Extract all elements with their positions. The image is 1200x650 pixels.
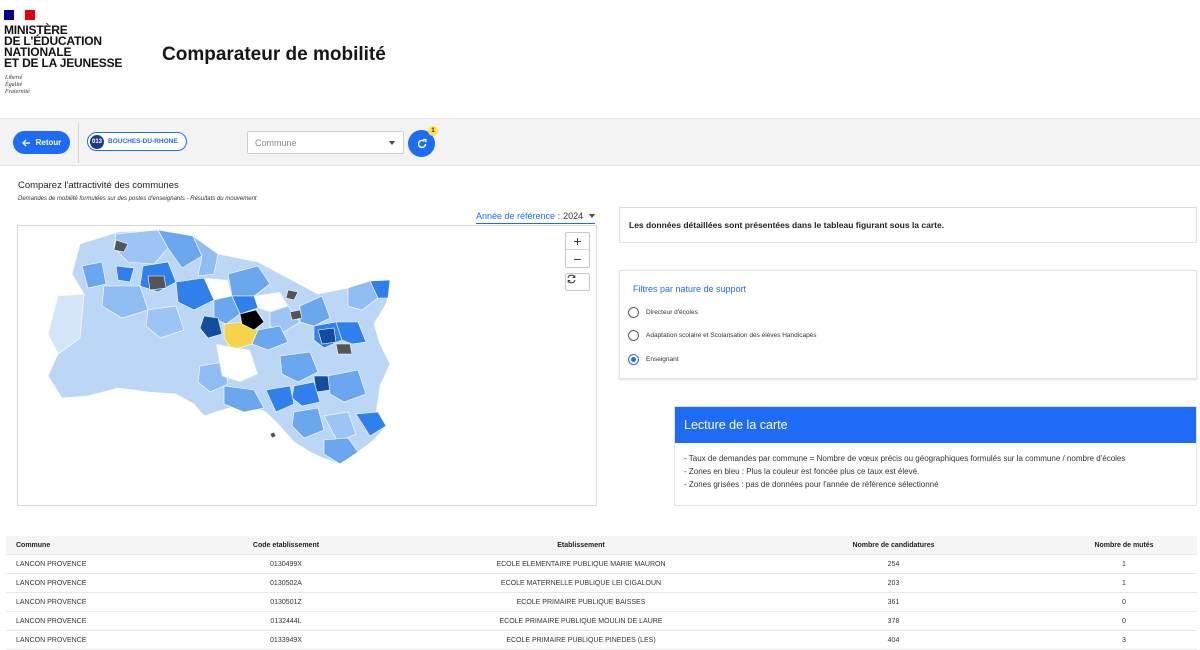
chevron-down-icon bbox=[389, 141, 395, 145]
radio-button[interactable] bbox=[628, 330, 639, 341]
map-commune-region[interactable] bbox=[335, 343, 353, 355]
cell-etablissement: ECOLE PRIMAIRE PUBLIQUE MOULIN DE LAURE bbox=[499, 617, 663, 625]
radio-button[interactable] bbox=[628, 307, 639, 318]
filter-panel-title: Filtres par nature de support bbox=[633, 284, 747, 294]
cell-code: 0130499X bbox=[270, 560, 302, 568]
cell-commune: LANCON PROVENCE bbox=[16, 560, 87, 568]
cell-code: 0130502A bbox=[270, 579, 302, 587]
back-button[interactable]: Retour bbox=[13, 131, 70, 154]
back-button-label: Retour bbox=[35, 138, 62, 147]
column-header-etablissement[interactable]: Etablissement bbox=[426, 542, 736, 549]
map-commune-region[interactable] bbox=[289, 309, 303, 321]
filter-option-label: Adaptation scolaire et Scolarisation des… bbox=[646, 332, 817, 339]
toolbar-divider bbox=[78, 123, 79, 163]
cell-mutes: 1 bbox=[1122, 579, 1126, 587]
section-title: Comparez l'attractivité des communes bbox=[18, 180, 179, 191]
department-name: BOUCHES-DU-RHONE bbox=[108, 138, 178, 145]
cell-etablissement: ECOLE PRIMAIRE PUBLIQUE PINEDES (LES) bbox=[506, 636, 656, 644]
map-commune-region[interactable] bbox=[269, 431, 277, 439]
cell-candidatures: 361 bbox=[887, 598, 900, 606]
map-zoom-control: + − bbox=[565, 232, 590, 268]
table-row[interactable]: LANCON PROVENCE 0130501Z ECOLE PRIMAIRE … bbox=[6, 593, 1197, 612]
cell-mutes: 1 bbox=[1122, 560, 1126, 568]
cell-mutes: 0 bbox=[1122, 598, 1126, 606]
cell-code: 0133949X bbox=[270, 636, 302, 644]
column-header-code[interactable]: Code etablissement bbox=[146, 542, 426, 549]
section-subtitle: Demandes de mobilité formulées sur des p… bbox=[18, 196, 257, 202]
cell-candidatures: 254 bbox=[887, 560, 900, 568]
cell-commune: LANCON PROVENCE bbox=[16, 636, 87, 644]
cell-candidatures: 404 bbox=[887, 636, 900, 644]
table-row[interactable]: LANCON PROVENCE 0130499X ECOLE ELEMENTAI… bbox=[6, 555, 1197, 574]
republic-flag-logo bbox=[4, 10, 35, 20]
guide-line: - Taux de demandes par commune = Nombre … bbox=[684, 454, 1126, 463]
reference-year-label: Année de référence : bbox=[476, 211, 561, 221]
cell-etablissement: ECOLE ELEMENTAIRE PUBLIQUE MARIE MAURON bbox=[496, 560, 666, 568]
republic-motto: Liberté Égalité Fraternité bbox=[5, 75, 30, 95]
cell-commune: LANCON PROVENCE bbox=[16, 598, 87, 606]
column-header-mutes[interactable]: Nombre de mutés bbox=[1051, 542, 1197, 549]
column-header-commune[interactable]: Commune bbox=[6, 542, 146, 549]
zoom-in-button[interactable]: + bbox=[566, 233, 589, 250]
map-commune-region[interactable] bbox=[147, 275, 167, 291]
refresh-icon bbox=[417, 138, 426, 148]
chevron-down-icon bbox=[589, 214, 596, 218]
cell-commune: LANCON PROVENCE bbox=[16, 617, 87, 625]
filter-option-enseignant[interactable]: Enseignant bbox=[628, 354, 679, 365]
refresh-icon bbox=[567, 274, 576, 284]
filter-option-directeur[interactable]: Directeur d'écoles bbox=[628, 307, 698, 318]
cell-mutes: 0 bbox=[1122, 617, 1126, 625]
commune-map[interactable]: + − bbox=[17, 225, 597, 506]
cell-code: 0130501Z bbox=[270, 598, 302, 606]
cell-mutes: 3 bbox=[1122, 636, 1126, 644]
cell-etablissement: ECOLE MATERNELLE PUBLIQUE LEI CIGALOUN bbox=[500, 579, 662, 587]
support-filter-panel: Filtres par nature de support Directeur … bbox=[619, 270, 1197, 379]
cell-candidatures: 203 bbox=[887, 579, 900, 587]
info-notice: Les données détaillées sont présentées d… bbox=[619, 207, 1197, 243]
department-chip[interactable]: 013 BOUCHES-DU-RHONE bbox=[87, 132, 187, 151]
map-reading-guide-body: - Taux de demandes par commune = Nombre … bbox=[675, 443, 1196, 491]
reference-year-select[interactable]: Année de référence : 2024 bbox=[476, 211, 596, 224]
cell-candidatures: 378 bbox=[887, 617, 900, 625]
map-reset-button[interactable] bbox=[565, 273, 590, 291]
zoom-out-button[interactable]: − bbox=[566, 250, 589, 267]
cell-code: 0132444L bbox=[270, 617, 302, 625]
map-canvas[interactable] bbox=[18, 226, 597, 506]
establishments-table: Commune Code etablissement Etablissement… bbox=[6, 536, 1197, 650]
info-notice-text: Les données détaillées sont présentées d… bbox=[629, 220, 945, 230]
site-header: MINISTÈRE DE L'ÉDUCATION NATIONALE ET DE… bbox=[0, 0, 1200, 118]
flag-stripe-blue bbox=[4, 10, 15, 20]
flag-stripe-white bbox=[14, 10, 25, 20]
table-row[interactable]: LANCON PROVENCE 0132444L ECOLE PRIMAIRE … bbox=[6, 612, 1197, 631]
flag-stripe-red bbox=[24, 10, 35, 20]
table-row[interactable]: LANCON PROVENCE 0133949X ECOLE PRIMAIRE … bbox=[6, 631, 1197, 650]
refresh-count-badge: 1 bbox=[428, 126, 438, 136]
table-row[interactable]: LANCON PROVENCE 0130502A ECOLE MATERNELL… bbox=[6, 574, 1197, 593]
map-reading-guide: Lecture de la carte - Taux de demandes p… bbox=[674, 406, 1197, 506]
commune-select[interactable]: Commune bbox=[247, 131, 404, 154]
map-reading-guide-title: Lecture de la carte bbox=[675, 407, 1196, 443]
column-header-candidatures[interactable]: Nombre de candidatures bbox=[736, 542, 1051, 549]
radio-button-selected[interactable] bbox=[628, 354, 639, 365]
commune-select-placeholder: Commune bbox=[255, 137, 297, 148]
cell-commune: LANCON PROVENCE bbox=[16, 579, 87, 587]
toolbar: Retour 013 BOUCHES-DU-RHONE Commune bbox=[0, 118, 1200, 166]
guide-line: - Zones en bleu : Plus la couleur est fo… bbox=[684, 467, 920, 476]
filter-option-ash[interactable]: Adaptation scolaire et Scolarisation des… bbox=[628, 330, 817, 341]
arrow-left-icon bbox=[21, 139, 30, 146]
filter-option-label: Directeur d'écoles bbox=[646, 309, 698, 316]
ministry-name: MINISTÈRE DE L'ÉDUCATION NATIONALE ET DE… bbox=[4, 23, 123, 70]
guide-line: - Zones grisées : pas de données pour l'… bbox=[684, 480, 939, 489]
reference-year-value: 2024 bbox=[563, 211, 584, 221]
filter-option-label: Enseignant bbox=[646, 356, 679, 363]
table-header-row: Commune Code etablissement Etablissement… bbox=[6, 536, 1197, 555]
page-title: Comparateur de mobilité bbox=[162, 44, 386, 65]
department-code: 013 bbox=[90, 134, 104, 149]
cell-etablissement: ECOLE PRIMAIRE PUBLIQUE BAISSES bbox=[516, 598, 646, 606]
